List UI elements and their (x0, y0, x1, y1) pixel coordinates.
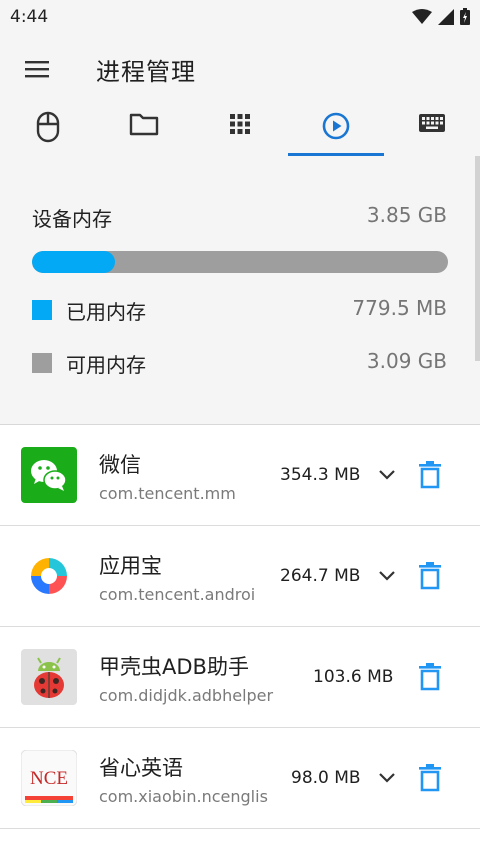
app-memory-size: 354.3 MB (280, 465, 361, 485)
svg-text:NCE: NCE (30, 768, 68, 789)
app-name: 应用宝 (99, 554, 162, 578)
battery-icon (460, 8, 470, 25)
delete-icon[interactable] (418, 764, 442, 792)
wifi-icon (412, 8, 432, 24)
page-title: 进程管理 (96, 58, 196, 86)
wechat-icon (21, 447, 77, 503)
yingyongbao-icon (21, 548, 77, 604)
menu-button[interactable] (22, 54, 52, 84)
legend-free: 可用内存 3.09 GB (32, 349, 448, 379)
process-row[interactable]: 微信 com.tencent.mm 354.3 MB (0, 425, 480, 526)
tab-processes[interactable] (288, 104, 384, 156)
mouse-icon (36, 111, 60, 143)
status-time: 4:44 (10, 7, 49, 27)
memory-usage-bar (32, 251, 448, 273)
tab-keyboard[interactable] (384, 104, 480, 156)
hamburger-menu-icon (25, 61, 49, 78)
toolbar: 进程管理 (0, 34, 480, 104)
process-row[interactable]: 甲壳虫ADB助手 com.didjdk.adbhelper 103.6 MB (0, 627, 480, 728)
free-swatch (32, 353, 52, 373)
process-row[interactable]: NCE 省心英语 com.xiaobin.ncenglis 98.0 MB (0, 728, 480, 829)
app-memory-size: 264.7 MB (280, 566, 361, 586)
tab-bar (0, 104, 480, 156)
app-memory-size: 98.0 MB (291, 768, 361, 788)
memory-summary: 设备内存 3.85 GB 已用内存 779.5 MB 可用内存 3.09 GB (0, 156, 480, 424)
tab-mouse[interactable] (0, 104, 96, 156)
free-label: 可用内存 (66, 353, 146, 377)
chevron-down-icon[interactable] (376, 766, 398, 788)
keyboard-icon (419, 114, 445, 132)
app-package: com.xiaobin.ncenglis (99, 787, 268, 806)
memory-total: 3.85 GB (366, 203, 447, 227)
memory-usage-fill (32, 251, 116, 273)
app-name: 甲壳虫ADB助手 (99, 655, 249, 679)
app-package: com.tencent.mm (99, 484, 236, 503)
used-swatch (32, 300, 52, 320)
delete-icon[interactable] (418, 461, 442, 489)
folder-icon (129, 113, 159, 136)
used-label: 已用内存 (66, 300, 146, 324)
app-name: 省心英语 (99, 756, 183, 780)
scrollbar[interactable] (475, 156, 480, 361)
memory-title: 设备内存 (32, 207, 112, 231)
used-value: 779.5 MB (352, 296, 447, 320)
status-bar: 4:44 (0, 0, 480, 34)
process-list: 微信 com.tencent.mm 354.3 MB 应用宝 com.tence… (0, 424, 480, 856)
app-memory-size: 103.6 MB (313, 667, 394, 687)
legend-used: 已用内存 779.5 MB (32, 296, 448, 326)
signal-icon (438, 8, 454, 25)
chevron-down-icon[interactable] (376, 564, 398, 586)
app-package: com.didjdk.adbhelper (99, 686, 274, 705)
play-circle-icon (322, 112, 350, 140)
chevron-down-icon[interactable] (376, 463, 398, 485)
delete-icon[interactable] (418, 663, 442, 691)
app-name: 微信 (99, 453, 141, 477)
app-package: com.tencent.androi (99, 585, 256, 604)
tab-files[interactable] (96, 104, 192, 156)
nce-icon: NCE (21, 750, 77, 806)
process-row[interactable]: 应用宝 com.tencent.androi 264.7 MB (0, 526, 480, 627)
ladybug-android-icon (21, 649, 77, 705)
apps-grid-icon (230, 114, 250, 134)
free-value: 3.09 GB (366, 349, 447, 373)
delete-icon[interactable] (418, 562, 442, 590)
tab-apps[interactable] (192, 104, 288, 156)
